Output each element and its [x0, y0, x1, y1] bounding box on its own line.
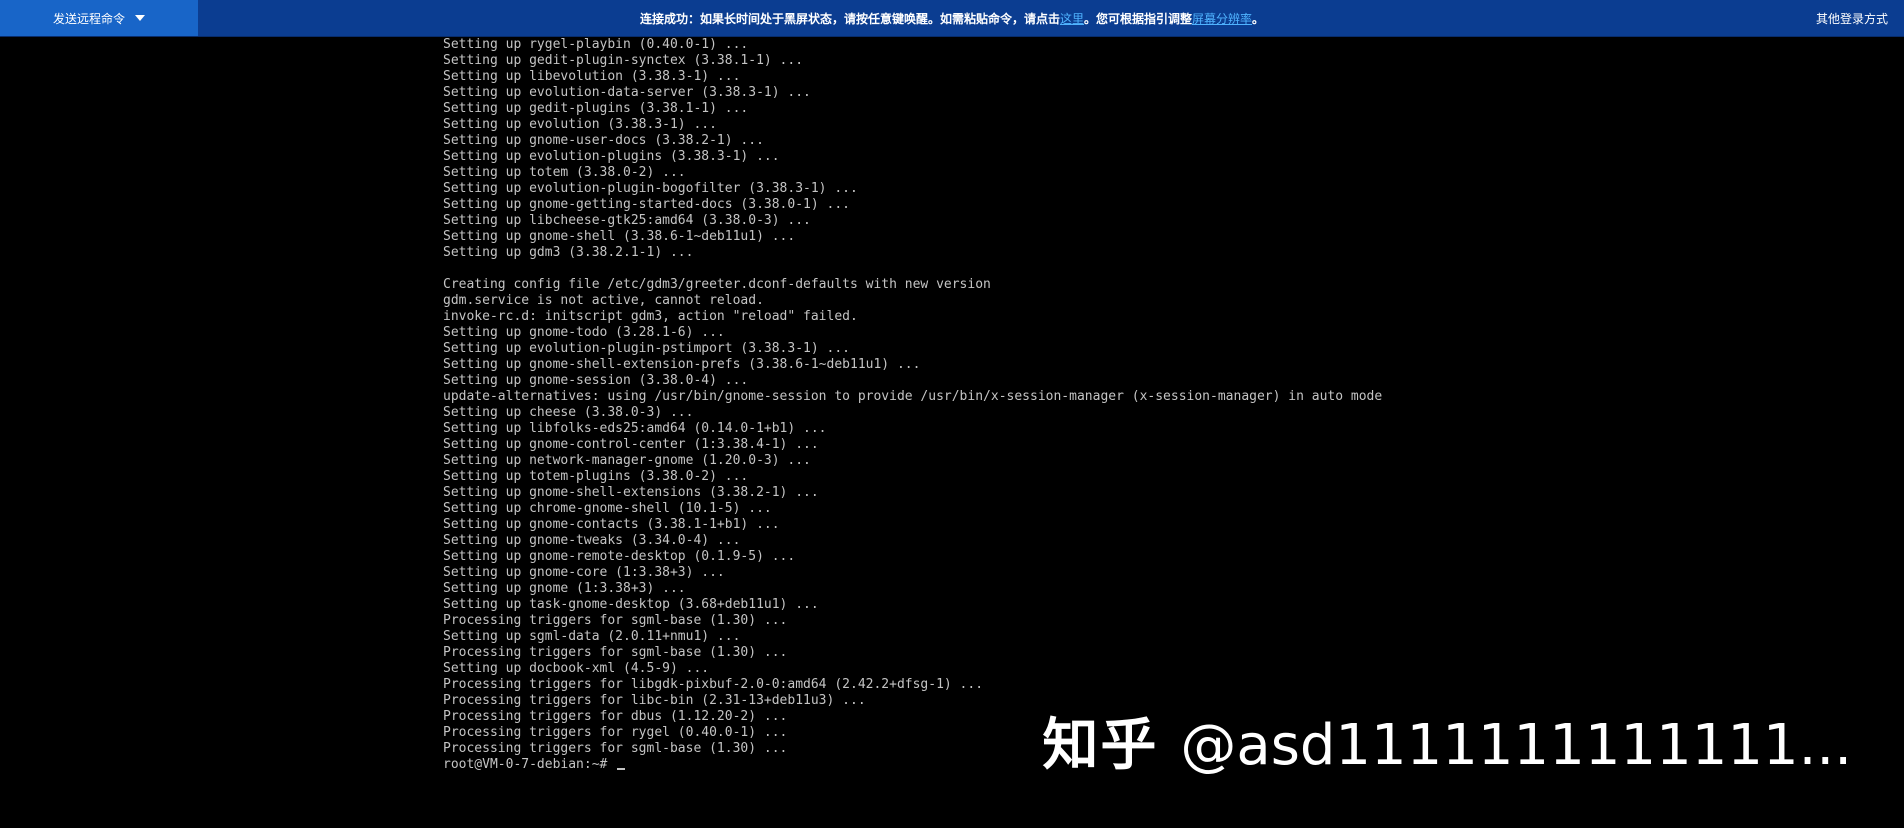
terminal-line: Setting up gnome-shell-extensions (3.38.… — [443, 485, 819, 500]
terminal-line: Setting up evolution (3.38.3-1) ... — [443, 117, 717, 132]
top-toolbar: 发送远程命令 连接成功：如果长时间处于黑屏状态，请按任意键唤醒。如需粘贴命令，请… — [0, 0, 1904, 37]
terminal-line: Processing triggers for sgml-base (1.30)… — [443, 613, 788, 628]
terminal-line: Setting up docbook-xml (4.5-9) ... — [443, 661, 710, 676]
terminal-line: Setting up gnome-remote-desktop (0.1.9-5… — [443, 549, 796, 564]
terminal-line: Setting up gdm3 (3.38.2.1-1) ... — [443, 245, 694, 260]
send-remote-command-button[interactable]: 发送远程命令 — [0, 0, 198, 36]
terminal-line: Setting up evolution-plugins (3.38.3-1) … — [443, 149, 780, 164]
terminal-output: Setting up rygel-playbin (0.40.0-1) ... S… — [443, 37, 1382, 773]
paste-command-link[interactable]: 这里 — [1060, 10, 1084, 27]
watermark-logo: 知乎 — [1042, 713, 1159, 778]
screen-resolution-link[interactable]: 屏幕分辨率 — [1192, 10, 1252, 27]
notice-middle: 。您可根据指引调整 — [1083, 11, 1192, 26]
terminal-line: Setting up libfolks-eds25:amd64 (0.14.0-… — [443, 421, 827, 436]
watermark-handle: @asd1111111111111... — [1180, 713, 1852, 778]
terminal-line: Setting up network-manager-gnome (1.20.0… — [443, 453, 811, 468]
terminal-line: Setting up totem (3.38.0-2) ... — [443, 165, 686, 180]
terminal-line: Setting up libevolution (3.38.3-1) ... — [443, 69, 741, 84]
terminal-line: Setting up task-gnome-desktop (3.68+deb1… — [443, 597, 819, 612]
terminal-line: update-alternatives: using /usr/bin/gnom… — [443, 389, 1383, 404]
terminal-line: Creating config file /etc/gdm3/greeter.d… — [443, 277, 991, 292]
zhihu-watermark: 知乎 @asd1111111111111... — [1042, 712, 1852, 780]
terminal-line: Setting up gnome (1:3.38+3) ... — [443, 581, 686, 596]
terminal-line: Setting up gedit-plugin-synctex (3.38.1-… — [443, 53, 804, 68]
notice-suffix: 。 — [1252, 11, 1265, 26]
terminal-line: Processing triggers for libc-bin (2.31-1… — [443, 693, 866, 708]
terminal-line: Setting up gnome-control-center (1:3.38.… — [443, 437, 819, 452]
terminal-line: Setting up gnome-shell-extension-prefs (… — [443, 357, 921, 372]
terminal-line: Setting up gnome-user-docs (3.38.2-1) ..… — [443, 133, 764, 148]
terminal-line: Setting up gnome-shell (3.38.6-1~deb11u1… — [443, 229, 796, 244]
notice-prefix: 连接成功：如果长时间处于黑屏状态，请按任意键唤醒。如需粘贴命令，请点击 — [639, 11, 1060, 26]
terminal-prompt: root@VM-0-7-debian:~# — [443, 757, 616, 772]
terminal-line: Setting up totem-plugins (3.38.0-2) ... — [443, 469, 749, 484]
terminal-line: Setting up evolution-plugin-bogofilter (… — [443, 181, 858, 196]
send-remote-command-label: 发送远程命令 — [52, 11, 125, 26]
terminal-screen[interactable]: Setting up rygel-playbin (0.40.0-1) ... S… — [0, 37, 1904, 828]
terminal-line: Setting up gnome-core (1:3.38+3) ... — [443, 565, 725, 580]
terminal-line: Setting up libcheese-gtk25:amd64 (3.38.0… — [443, 213, 811, 228]
terminal-line: Setting up gnome-session (3.38.0-4) ... — [443, 373, 749, 388]
terminal-line: gdm.service is not active, cannot reload… — [443, 293, 764, 308]
terminal-line: Setting up gnome-tweaks (3.34.0-4) ... — [443, 533, 741, 548]
terminal-line: Setting up gnome-todo (3.28.1-6) ... — [443, 325, 725, 340]
other-login-methods-button[interactable]: 其他登录方式 — [1816, 0, 1888, 36]
terminal-cursor — [617, 768, 626, 770]
terminal-line: Setting up evolution-data-server (3.38.3… — [443, 85, 811, 100]
terminal-line: Setting up evolution-plugin-pstimport (3… — [443, 341, 850, 356]
connection-notice: 连接成功：如果长时间处于黑屏状态，请按任意键唤醒。如需粘贴命令，请点击 这里 。… — [0, 0, 1904, 36]
terminal-line: Setting up gnome-contacts (3.38.1-1+b1) … — [443, 517, 780, 532]
terminal-line: Setting up sgml-data (2.0.11+nmu1) ... — [443, 629, 741, 644]
terminal-line: Processing triggers for sgml-base (1.30)… — [443, 645, 788, 660]
terminal-line: Setting up chrome-gnome-shell (10.1-5) .… — [443, 501, 772, 516]
terminal-line: Setting up rygel-playbin (0.40.0-1) ... — [443, 37, 749, 52]
terminal-line: Processing triggers for libgdk-pixbuf-2.… — [443, 677, 984, 692]
terminal-line: Setting up cheese (3.38.0-3) ... — [443, 405, 694, 420]
terminal-line: invoke-rc.d: initscript gdm3, action "re… — [443, 309, 858, 324]
terminal-line: Setting up gnome-getting-started-docs (3… — [443, 197, 850, 212]
chevron-down-icon[interactable] — [135, 15, 145, 21]
terminal-line: Setting up gedit-plugins (3.38.1-1) ... — [443, 101, 749, 116]
